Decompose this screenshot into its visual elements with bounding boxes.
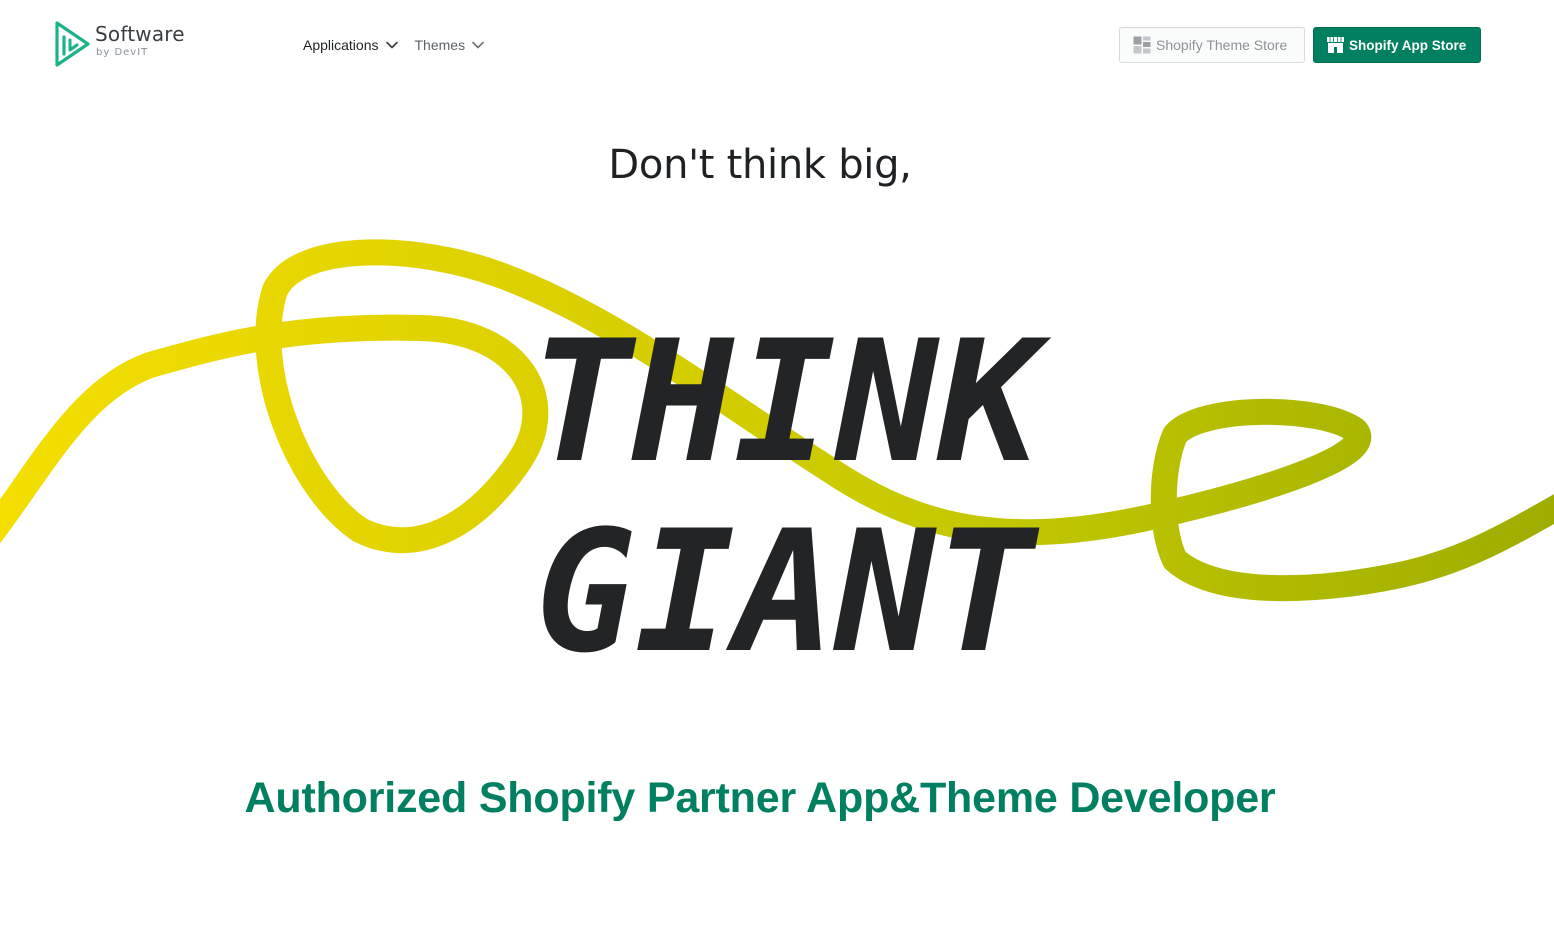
nav-themes-label: Themes (414, 37, 466, 53)
shopify-theme-store-button[interactable]: Shopify Theme Store (1119, 27, 1305, 63)
brand-logo[interactable]: Software by DevIT (54, 20, 204, 70)
nav-applications[interactable]: Applications (303, 36, 398, 54)
nav-themes[interactable]: Themes (415, 36, 485, 54)
chevron-down-icon (472, 41, 484, 49)
shopify-theme-store-label: Shopify Theme Store (1156, 37, 1288, 53)
nav-applications-label: Applications (303, 37, 379, 53)
brand-name: Software (95, 22, 185, 46)
play-logo-icon (55, 21, 90, 67)
brand-subtitle: by DevIT (96, 47, 149, 58)
partner-heading: Authorized Shopify Partner App&Theme Dev… (244, 774, 1276, 822)
main-nav: Applications Themes (303, 36, 484, 54)
storefront-icon (1327, 37, 1344, 53)
think-word: THINK (530, 304, 1052, 500)
site-header: Software by DevIT Applications Themes Sh… (0, 0, 1554, 90)
shopify-app-store-label: Shopify App Store (1349, 37, 1467, 53)
hero-tagline: Don't think big, (608, 142, 912, 188)
giant-word: GIANT (535, 494, 1040, 680)
shopify-app-store-button[interactable]: Shopify App Store (1313, 27, 1481, 63)
think-giant-illustration: THINK GIANT (0, 239, 1554, 680)
theme-store-icon (1133, 36, 1151, 54)
chevron-down-icon (385, 41, 398, 49)
